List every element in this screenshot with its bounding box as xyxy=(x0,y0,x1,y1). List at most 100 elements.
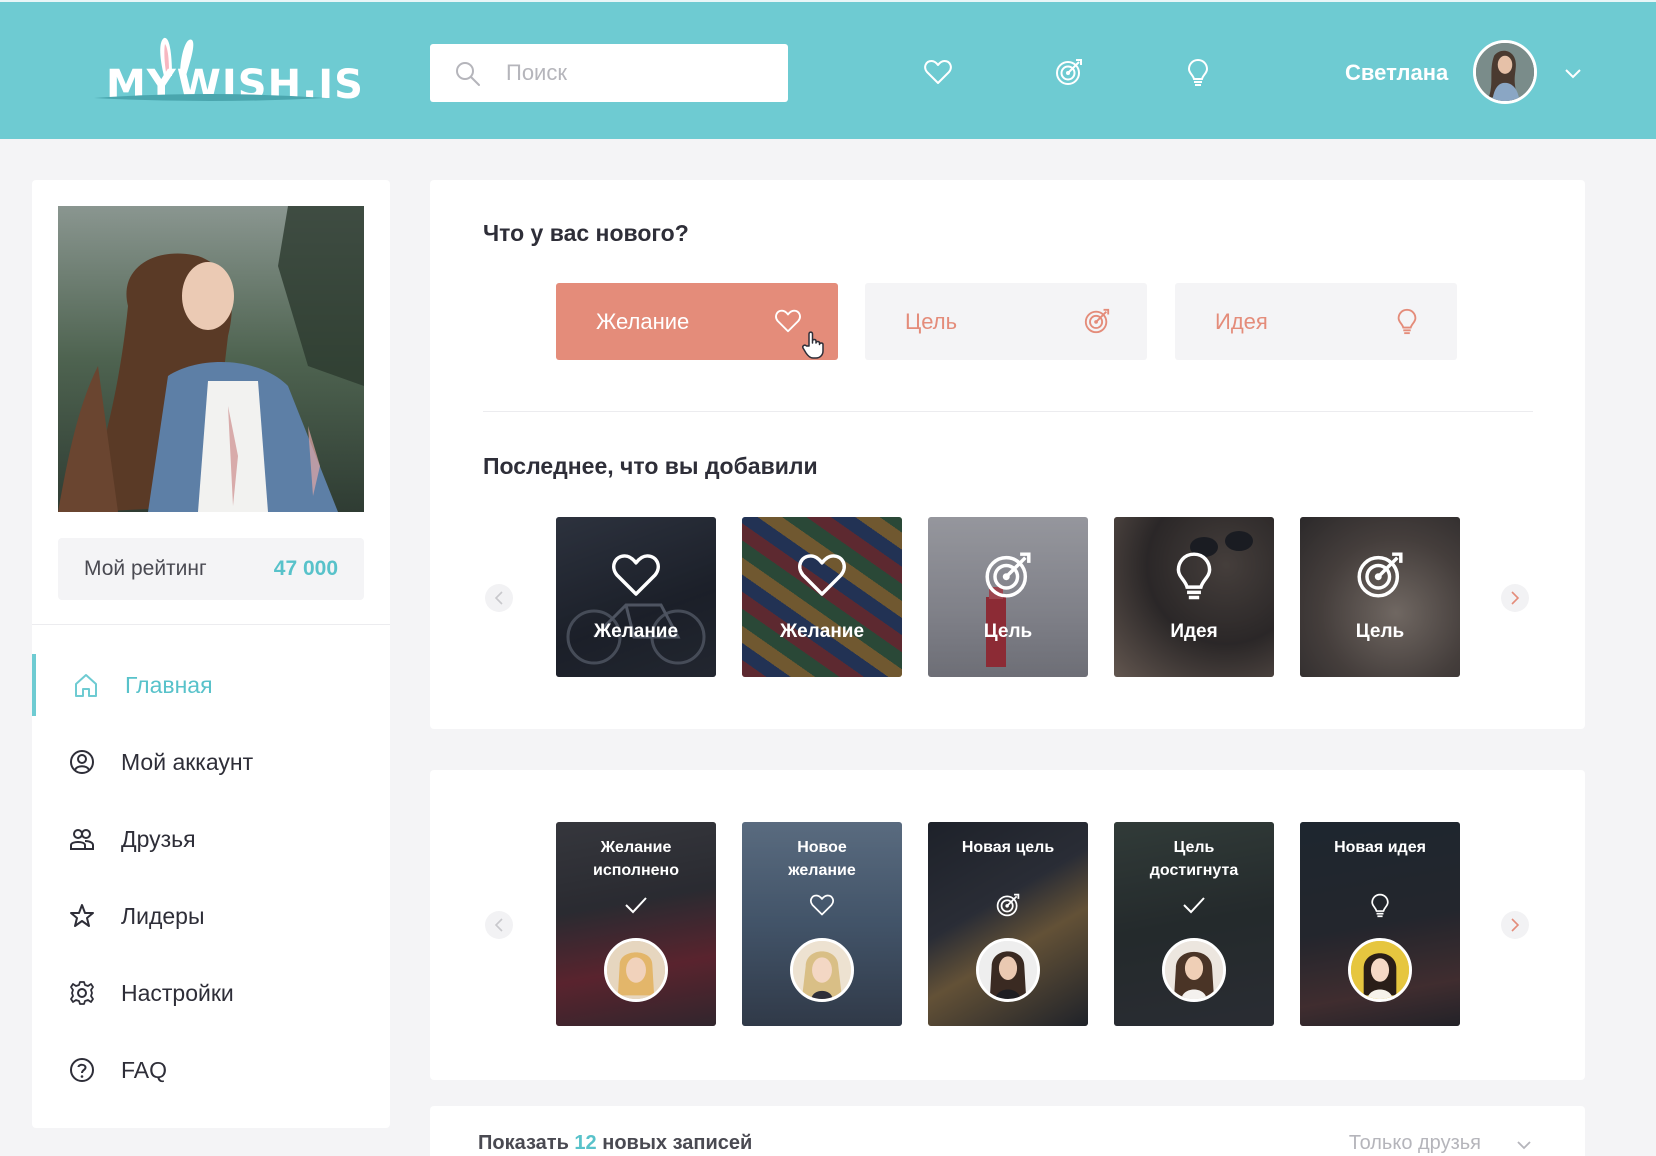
feed-item[interactable]: Новое желание xyxy=(742,822,902,1026)
chevron-right-icon xyxy=(1511,918,1520,932)
profile-photo-image xyxy=(58,206,364,512)
chevron-left-icon xyxy=(494,918,503,932)
idea-button[interactable]: Идея xyxy=(1175,283,1457,360)
show-new-button[interactable]: Показать 12 новых записей xyxy=(478,1132,752,1155)
recent-item-label: Цель xyxy=(1355,621,1405,642)
show-new-prefix: Показать xyxy=(478,1132,569,1154)
target-icon xyxy=(985,552,1031,598)
heart-icon[interactable] xyxy=(923,57,953,87)
nav-item-settings[interactable]: Настройки xyxy=(32,962,390,1024)
account-icon xyxy=(70,750,94,774)
lightbulb-icon xyxy=(1371,893,1389,918)
wish-button-label: Желание xyxy=(596,309,690,334)
recent-item-label: Желание xyxy=(779,621,865,642)
nav-item-faq[interactable]: FAQ xyxy=(32,1039,390,1101)
rating-panel: Мой рейтинг 47 000 xyxy=(58,538,364,600)
nav-label-account: Мой аккаунт xyxy=(121,748,254,775)
activity-feed-card: Желание исполнено Новое желание Новая це… xyxy=(430,770,1585,1080)
rating-value: 47 000 xyxy=(273,557,338,580)
nav-label-faq: FAQ xyxy=(121,1056,168,1083)
new-post-card: Что у вас нового? Желание Цель Идея Посл… xyxy=(430,180,1585,729)
target-icon xyxy=(1357,552,1403,598)
lightbulb-icon xyxy=(1397,308,1417,335)
feed-item-title: Новая идея xyxy=(1334,839,1426,856)
idea-button-label: Идея xyxy=(1215,309,1268,334)
target-icon xyxy=(996,893,1020,917)
show-new-count: 12 xyxy=(574,1132,597,1154)
star-icon xyxy=(70,904,94,927)
feed-item-avatar[interactable] xyxy=(604,938,668,1002)
nav-label-settings: Настройки xyxy=(121,979,234,1006)
nav-item-home[interactable]: Главная xyxy=(32,654,390,716)
avatar-photo xyxy=(793,941,851,999)
recent-next-button[interactable] xyxy=(1501,584,1529,612)
recent-item[interactable]: Идея xyxy=(1114,517,1274,677)
logo[interactable]: MYWISH.IS xyxy=(92,32,363,112)
recent-item[interactable]: Желание xyxy=(556,517,716,677)
feed-item-avatar[interactable] xyxy=(1162,938,1226,1002)
search-input[interactable] xyxy=(506,44,766,102)
target-icon[interactable] xyxy=(1054,57,1084,87)
feed-item-avatar[interactable] xyxy=(1348,938,1412,1002)
check-icon xyxy=(1183,897,1205,914)
recent-item[interactable]: Цель xyxy=(1300,517,1460,677)
avatar-photo xyxy=(1351,941,1409,999)
feed-item-avatar[interactable] xyxy=(976,938,1040,1002)
nav-item-friends[interactable]: Друзья xyxy=(32,808,390,870)
goal-button-label: Цель xyxy=(905,309,958,334)
recent-prev-button[interactable] xyxy=(485,584,513,612)
search-icon xyxy=(456,62,480,86)
divider xyxy=(32,624,390,625)
feed-item-avatar[interactable] xyxy=(790,938,854,1002)
avatar-photo xyxy=(1476,43,1534,101)
feed-item[interactable]: Новая идея xyxy=(1300,822,1460,1026)
recent-item[interactable]: Желание xyxy=(742,517,902,677)
question-icon xyxy=(70,1058,94,1082)
nav-label-friends: Друзья xyxy=(121,825,196,852)
goal-button[interactable]: Цель xyxy=(865,283,1147,360)
profile-photo[interactable] xyxy=(58,206,364,512)
avatar-photo xyxy=(1165,941,1223,999)
feed-item[interactable]: Желание исполнено xyxy=(556,822,716,1026)
hand-cursor-icon xyxy=(802,331,824,359)
feed-item-title: Цель достигнута xyxy=(1149,839,1239,879)
avatar-photo xyxy=(979,941,1037,999)
divider xyxy=(483,411,1533,412)
feed-prev-button[interactable] xyxy=(485,911,513,939)
check-icon xyxy=(625,897,647,914)
user-avatar[interactable] xyxy=(1473,40,1537,104)
friends-icon xyxy=(70,829,94,850)
user-name[interactable]: Светлана xyxy=(1345,60,1448,86)
show-new-suffix: новых записей xyxy=(602,1132,753,1154)
filter-dropdown[interactable]: Только друзья xyxy=(1349,1132,1481,1155)
gear-icon xyxy=(70,981,94,1005)
chevron-down-icon[interactable] xyxy=(1515,1136,1533,1154)
recent-item[interactable]: Цель xyxy=(928,517,1088,677)
lightbulb-icon xyxy=(1176,552,1212,600)
chevron-down-icon[interactable] xyxy=(1562,62,1584,84)
nav-label-leaders: Лидеры xyxy=(121,902,205,929)
feed-item-title: Желание исполнено xyxy=(593,839,679,879)
recent-item-label: Желание xyxy=(593,621,679,642)
chevron-right-icon xyxy=(1511,591,1520,605)
avatar-photo xyxy=(607,941,665,999)
feed-item[interactable]: Цель достигнута xyxy=(1114,822,1274,1026)
home-icon xyxy=(75,674,97,697)
chevron-left-icon xyxy=(494,591,503,605)
heart-icon xyxy=(798,554,846,596)
nav-item-leaders[interactable]: Лидеры xyxy=(32,885,390,947)
recent-title: Последнее, что вы добавили xyxy=(483,453,818,479)
recent-item-label: Цель xyxy=(983,621,1033,642)
nav-item-account[interactable]: Мой аккаунт xyxy=(32,731,390,793)
feed-next-button[interactable] xyxy=(1501,911,1529,939)
feed-item[interactable]: Новая цель xyxy=(928,822,1088,1026)
nav-label-home: Главная xyxy=(125,671,213,698)
search-box[interactable] xyxy=(430,44,788,102)
lightbulb-icon[interactable] xyxy=(1183,57,1213,87)
heart-icon xyxy=(775,309,801,333)
wish-button[interactable]: Желание xyxy=(556,283,838,360)
heart-icon xyxy=(612,554,660,596)
new-post-title: Что у вас нового? xyxy=(483,220,689,246)
target-icon xyxy=(1084,308,1110,334)
heart-icon xyxy=(810,894,834,916)
